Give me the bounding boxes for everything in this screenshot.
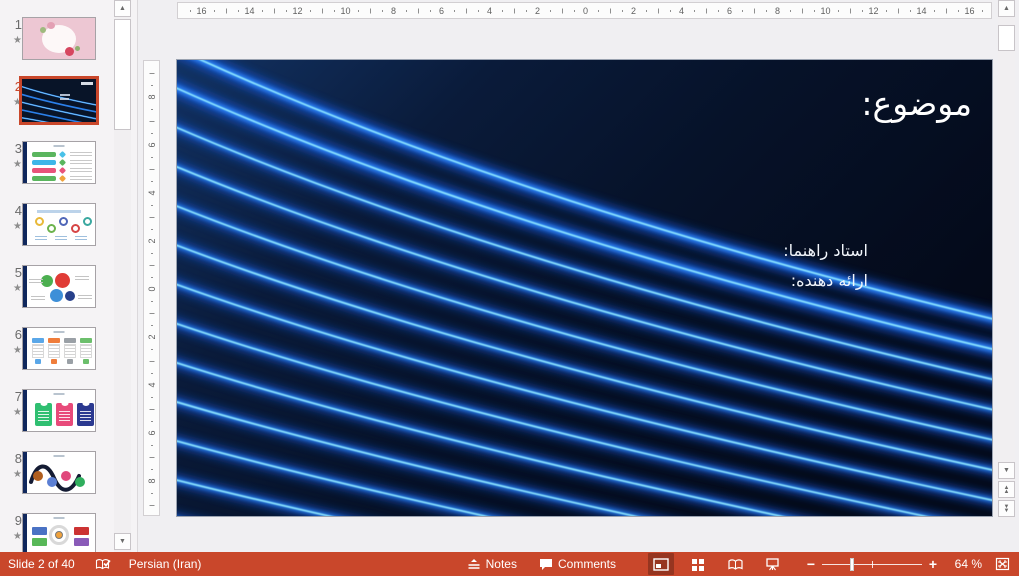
thumbnail-item-9: 9 ★ xyxy=(0,513,115,552)
thumbnail-art-tags xyxy=(23,390,95,431)
slide-thumbnail[interactable] xyxy=(22,451,96,494)
comments-label: Comments xyxy=(558,557,616,571)
notes-button[interactable]: Notes xyxy=(461,552,523,576)
animation-star-icon: ★ xyxy=(4,407,22,418)
editor-area: 1614121086420246810121416 864202468 xyxy=(138,0,1019,552)
fit-to-window-icon xyxy=(995,557,1010,571)
slide-thumbnail[interactable] xyxy=(22,203,96,246)
reading-view-button[interactable] xyxy=(722,553,748,575)
thumbnail-art-floral xyxy=(23,18,95,59)
slide-number: 3 xyxy=(4,141,22,156)
scroll-down-icon[interactable]: ▼ xyxy=(114,533,131,550)
animation-star-icon: ★ xyxy=(4,35,22,46)
status-bar: Slide 2 of 40 Persian (Iran) Notes Comme… xyxy=(0,552,1019,576)
slide-sorter-icon xyxy=(691,558,705,571)
notes-label: Notes xyxy=(486,557,517,571)
notes-icon xyxy=(467,558,481,570)
main-scrollbar[interactable]: ▲ ▼ ▲▲ ▼▼ xyxy=(998,0,1015,520)
animation-star-icon: ★ xyxy=(4,159,22,170)
slide-background-streaks xyxy=(177,60,992,516)
thumbnail-art-streaks xyxy=(22,79,96,122)
body-line-supervisor: استاد راهنما: xyxy=(783,236,868,266)
slide-thumbnail[interactable] xyxy=(22,265,96,308)
thumbnail-item-1: 1 ★ xyxy=(0,17,115,66)
thumbnail-scrollbar[interactable]: ▲ ▼ xyxy=(114,0,131,552)
zoom-slider[interactable] xyxy=(822,553,922,575)
vertical-ruler: 864202468 xyxy=(143,60,160,516)
zoom-slider-thumb[interactable] xyxy=(850,558,854,571)
slide-thumbnail[interactable] xyxy=(22,389,96,432)
animation-star-icon: ★ xyxy=(4,221,22,232)
spellcheck-book-icon xyxy=(95,558,111,571)
comments-icon xyxy=(539,558,553,571)
scroll-down-icon[interactable]: ▼ xyxy=(998,462,1015,479)
slide-thumbnail[interactable] xyxy=(22,513,96,552)
fit-to-window-button[interactable] xyxy=(989,553,1015,575)
slide-canvas[interactable]: موضوع: استاد راهنما: ارائه دهنده: xyxy=(177,60,992,516)
slide-number: 1 xyxy=(4,17,22,32)
reading-view-icon xyxy=(728,558,743,571)
slide-number: 7 xyxy=(4,389,22,404)
slide-number: 9 xyxy=(4,513,22,528)
scroll-up-icon[interactable]: ▲ xyxy=(998,0,1015,17)
slide-sorter-button[interactable] xyxy=(685,553,711,575)
comments-button[interactable]: Comments xyxy=(533,552,622,576)
slide-indicator[interactable]: Slide 2 of 40 xyxy=(2,552,81,576)
animation-star-icon: ★ xyxy=(4,531,22,542)
thumbnail-item-7: 7 ★ xyxy=(0,389,115,438)
thumbnail-item-5: 5 ★ xyxy=(0,265,115,314)
powerpoint-window: 1 ★ 2 ★ xyxy=(0,0,1019,576)
normal-view-icon xyxy=(653,558,669,571)
slide-number: 8 xyxy=(4,451,22,466)
thumbnail-art-path xyxy=(23,452,95,493)
scroll-up-icon[interactable]: ▲ xyxy=(114,0,131,17)
zoom-slider-midpoint xyxy=(872,561,873,568)
zoom-in-button[interactable]: + xyxy=(926,556,940,572)
slide-thumbnail-pane: 1 ★ 2 ★ xyxy=(0,0,138,552)
slide-thumbnail-selected[interactable] xyxy=(19,76,99,125)
slide-title-text[interactable]: موضوع: xyxy=(861,84,972,124)
slide-thumbnail[interactable] xyxy=(22,327,96,370)
thumbnail-item-3: 3 ★ xyxy=(0,141,115,190)
thumbnail-art-columns xyxy=(23,328,95,369)
animation-star-icon: ★ xyxy=(4,283,22,294)
zoom-level[interactable]: 64 % xyxy=(940,557,982,571)
main-scrollbar-thumb[interactable] xyxy=(998,25,1015,51)
thumbnail-art-circles xyxy=(23,204,95,245)
slideshow-icon xyxy=(765,558,780,571)
zoom-out-button[interactable]: − xyxy=(804,556,818,572)
language-indicator[interactable]: Persian (Iran) xyxy=(123,552,208,576)
thumbnail-art-target xyxy=(23,514,95,552)
slideshow-button[interactable] xyxy=(759,553,785,575)
thumbnail-item-2: 2 ★ xyxy=(0,79,115,128)
next-slide-button[interactable]: ▼▼ xyxy=(998,500,1015,517)
thumbnail-art-list xyxy=(23,142,95,183)
normal-view-button[interactable] xyxy=(648,553,674,575)
slide-body-text[interactable]: استاد راهنما: ارائه دهنده: xyxy=(783,236,868,296)
slide-number: 6 xyxy=(4,327,22,342)
horizontal-ruler: 1614121086420246810121416 xyxy=(177,2,992,19)
thumbnail-item-6: 6 ★ xyxy=(0,327,115,376)
previous-slide-button[interactable]: ▲▲ xyxy=(998,481,1015,498)
slide-thumbnail[interactable] xyxy=(22,141,96,184)
thumbnail-item-4: 4 ★ xyxy=(0,203,115,252)
slide-thumbnail[interactable] xyxy=(22,17,96,60)
slide-number: 5 xyxy=(4,265,22,280)
thumbnail-scrollbar-thumb[interactable] xyxy=(114,19,131,130)
animation-star-icon: ★ xyxy=(4,469,22,480)
thumbnail-item-8: 8 ★ xyxy=(0,451,115,500)
slide-number: 4 xyxy=(4,203,22,218)
thumbnail-art-gears xyxy=(23,266,95,307)
body-line-presenter: ارائه دهنده: xyxy=(783,266,868,296)
spellcheck-button[interactable] xyxy=(89,552,117,576)
animation-star-icon: ★ xyxy=(4,345,22,356)
